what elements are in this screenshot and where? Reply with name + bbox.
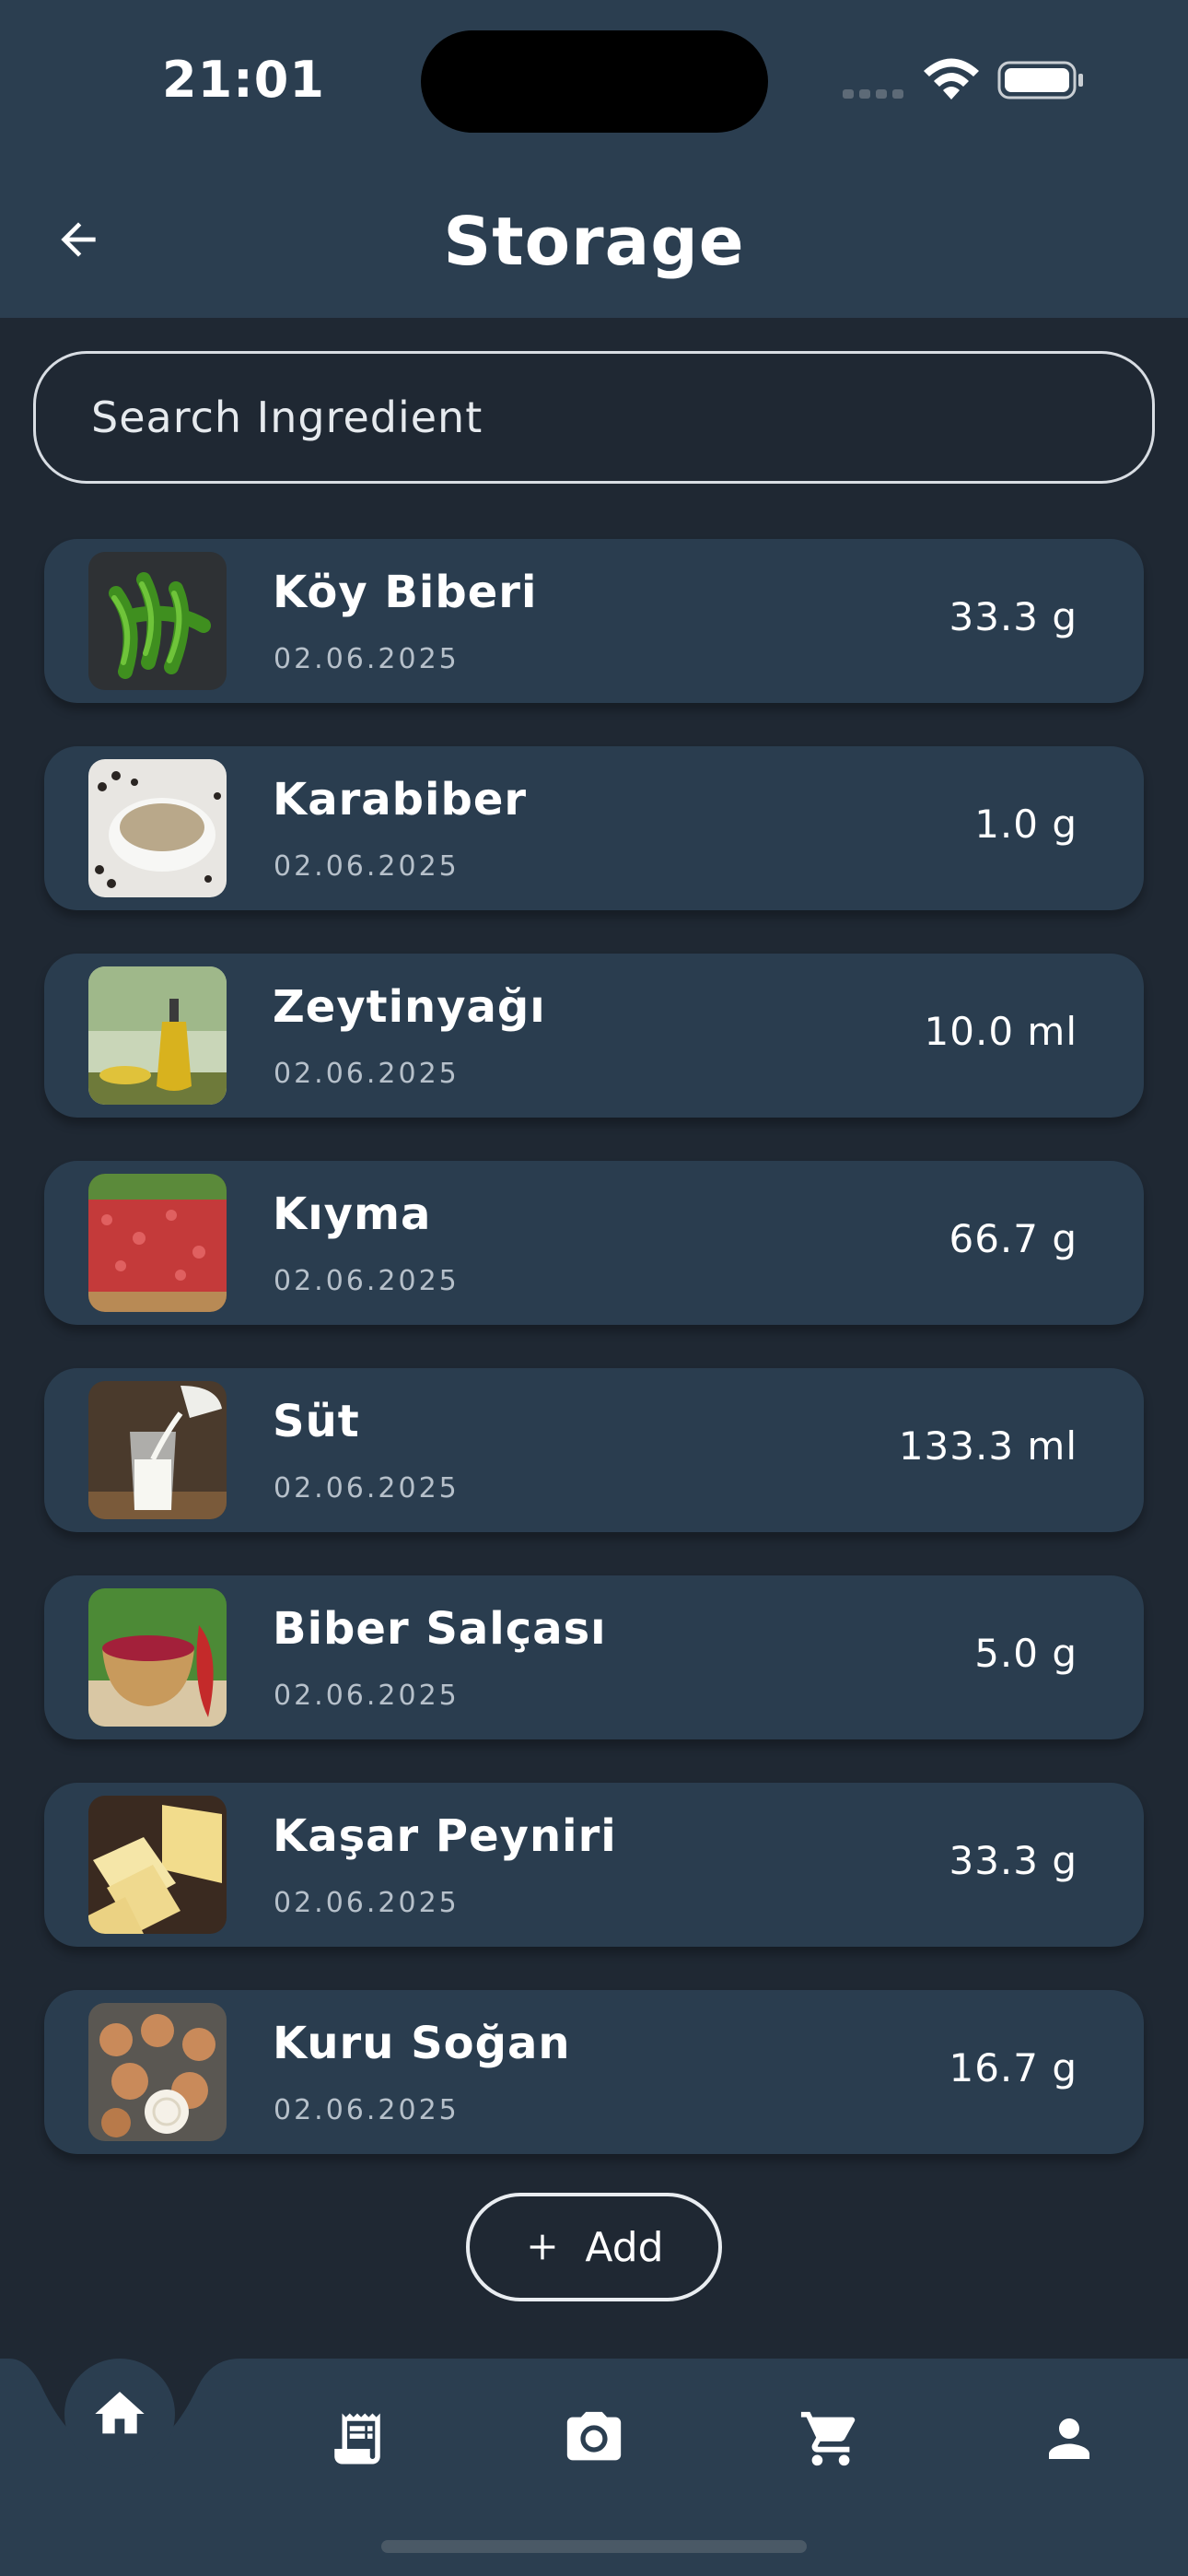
cellular-signal-icon [843,85,909,102]
nav-profile-button[interactable] [1028,2397,1111,2480]
ingredient-quantity: 10.0 ml [924,1009,1077,1054]
ingredient-card[interactable]: Süt 02.06.2025 133.3 ml [44,1368,1144,1532]
ingredient-image [88,759,227,897]
dynamic-island [421,30,768,133]
ingredient-quantity: 133.3 ml [898,1423,1077,1469]
ingredient-quantity: 33.3 g [949,594,1077,639]
ingredient-name: Biber Salçası [273,1603,607,1655]
ingredient-name: Kaşar Peyniri [273,1810,617,1862]
camera-icon [566,2411,622,2461]
ingredient-name: Süt [273,1396,360,1447]
ingredient-date: 02.06.2025 [274,643,460,675]
ingredient-date: 02.06.2025 [274,1472,460,1505]
cart-icon [800,2411,856,2466]
ingredient-card[interactable]: Köy Biberi 02.06.2025 33.3 g [44,539,1144,703]
ingredient-date: 02.06.2025 [274,1265,460,1297]
wifi-icon [921,57,982,105]
ingredient-date: 02.06.2025 [274,850,460,883]
ingredient-card[interactable]: Kuru Soğan 02.06.2025 16.7 g [44,1990,1144,2154]
home-indicator [381,2540,807,2553]
ingredient-date: 02.06.2025 [274,1058,460,1090]
ingredient-card[interactable]: Biber Salçası 02.06.2025 5.0 g [44,1575,1144,1739]
plus-icon [530,2234,555,2260]
add-button-label: Add [585,2223,664,2271]
ingredient-quantity: 33.3 g [949,1838,1077,1883]
ingredient-name: Kuru Soğan [273,2018,571,2069]
ingredient-date: 02.06.2025 [274,1887,460,1919]
ingredient-image [88,1174,227,1312]
ingredient-image [88,2003,227,2141]
ingredient-name: Zeytinyağı [273,981,546,1033]
battery-icon [997,61,1086,103]
ingredient-card[interactable]: Kıyma 02.06.2025 66.7 g [44,1161,1144,1325]
ingredient-image [88,966,227,1105]
nav-cart-button[interactable] [789,2397,872,2480]
ingredient-card[interactable]: Karabiber 02.06.2025 1.0 g [44,746,1144,910]
add-ingredient-button[interactable]: Add [466,2193,722,2301]
ingredient-name: Karabiber [273,774,528,825]
home-icon [95,2392,145,2434]
ingredient-image [88,1796,227,1934]
ingredient-image [88,1381,227,1519]
ingredient-name: Kıyma [273,1188,432,1240]
ingredient-date: 02.06.2025 [274,2094,460,2126]
ingredient-image [88,552,227,690]
ingredient-date: 02.06.2025 [274,1680,460,1712]
ingredient-card[interactable]: Zeytinyağı 02.06.2025 10.0 ml [44,954,1144,1118]
status-time: 21:01 [162,51,325,109]
ingredient-image [88,1588,227,1727]
nav-camera-button[interactable] [553,2397,635,2480]
nav-recipes-button[interactable] [316,2397,399,2480]
page-title: Storage [443,203,745,280]
nav-home-button[interactable] [64,2359,175,2469]
ingredient-quantity: 66.7 g [949,1216,1077,1261]
person-icon [1049,2418,1089,2459]
ingredient-card[interactable]: Kaşar Peyniri 02.06.2025 33.3 g [44,1783,1144,1947]
app-header: 21:01 Storage [0,0,1188,318]
search-field[interactable] [33,351,1155,484]
receipt-icon [334,2413,380,2465]
ingredient-quantity: 1.0 g [974,802,1077,847]
ingredient-quantity: 5.0 g [974,1631,1077,1676]
ingredient-name: Köy Biberi [273,567,538,618]
ingredient-quantity: 16.7 g [949,2045,1077,2090]
search-input[interactable] [91,392,1152,442]
